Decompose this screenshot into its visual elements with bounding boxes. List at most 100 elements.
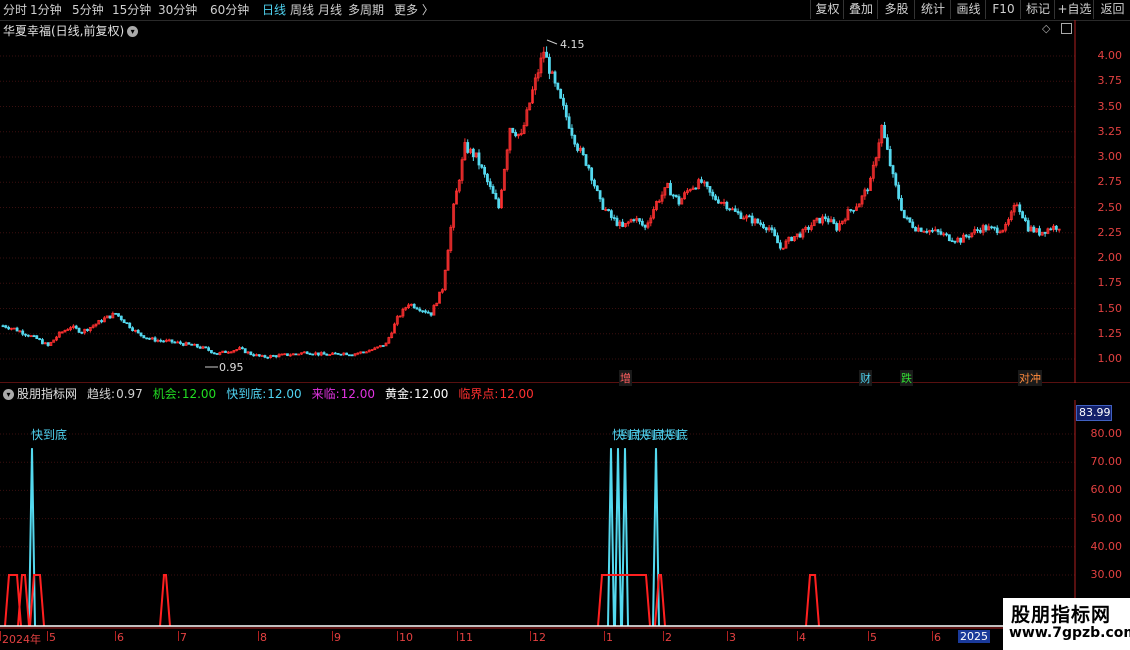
candle-body bbox=[900, 198, 903, 211]
candle-body bbox=[486, 173, 489, 183]
date-label: 4 bbox=[799, 631, 806, 644]
watermark-title: 股朋指标网 bbox=[1011, 604, 1112, 626]
candle-body bbox=[210, 350, 213, 354]
candle-body bbox=[573, 134, 577, 145]
candle-body bbox=[790, 236, 794, 242]
candle-body bbox=[305, 351, 309, 354]
indicator-item-3: 来临:12.00 bbox=[312, 387, 379, 401]
candle-body bbox=[4, 325, 8, 328]
price-tick: 3.00 bbox=[1097, 150, 1123, 163]
candle-body bbox=[959, 237, 963, 243]
date-tick bbox=[868, 631, 869, 641]
candle-body bbox=[424, 310, 427, 313]
candle-body bbox=[153, 337, 157, 342]
candle-body bbox=[733, 208, 737, 212]
candle-body bbox=[514, 132, 518, 137]
chevron-down-icon[interactable]: ▾ bbox=[3, 389, 14, 400]
candle-body bbox=[466, 142, 470, 153]
candle-body bbox=[866, 189, 870, 192]
indicator-spike bbox=[621, 448, 629, 627]
candle-body bbox=[990, 226, 993, 229]
date-label: 5 bbox=[870, 631, 877, 644]
candle-body bbox=[145, 337, 149, 340]
event-marker-3[interactable]: 对冲 bbox=[1018, 370, 1042, 386]
price-chart[interactable]: 4.15 0.95 bbox=[0, 0, 1130, 383]
date-label: 1 bbox=[606, 631, 613, 644]
candle-body bbox=[139, 332, 143, 336]
price-tick: 3.25 bbox=[1097, 124, 1123, 138]
candle-body bbox=[339, 353, 343, 356]
candle-body bbox=[100, 320, 103, 323]
candle-body bbox=[640, 220, 644, 226]
candle-body bbox=[593, 179, 596, 187]
candle-body bbox=[41, 339, 44, 345]
date-label: 3 bbox=[729, 631, 736, 644]
candle-body bbox=[7, 327, 11, 330]
indicator-plateau bbox=[29, 574, 45, 627]
indicator-chart[interactable] bbox=[0, 400, 1130, 650]
candle-body bbox=[294, 353, 298, 356]
indicator-item-5: 临界点:12.00 bbox=[458, 387, 537, 401]
indicator-current-value: 83.99 bbox=[1076, 405, 1112, 421]
candle-body bbox=[1, 325, 5, 328]
candle-body bbox=[325, 353, 329, 356]
candle-body bbox=[1043, 231, 1047, 234]
candle-body bbox=[747, 215, 751, 218]
indicator-item-value: 0.97 bbox=[116, 387, 143, 401]
candle-body bbox=[257, 354, 261, 357]
candle-body bbox=[612, 217, 616, 219]
event-marker-2[interactable]: 跌 bbox=[900, 370, 913, 386]
candle-body bbox=[224, 350, 227, 353]
candle-body bbox=[798, 233, 802, 238]
candle-body bbox=[947, 234, 951, 242]
date-label: 11 bbox=[459, 631, 473, 644]
candle-body bbox=[914, 227, 917, 232]
candle-body bbox=[728, 208, 732, 211]
candle-body bbox=[333, 352, 337, 355]
candle-body bbox=[426, 311, 430, 314]
candle-body bbox=[131, 327, 134, 332]
price-tick: 3.75 bbox=[1097, 74, 1123, 88]
candle-body bbox=[421, 310, 425, 313]
candle-body bbox=[671, 194, 675, 197]
low-price-label: 0.95 bbox=[219, 361, 244, 374]
candle-body bbox=[826, 218, 830, 223]
candle-body bbox=[609, 210, 613, 218]
candle-body bbox=[762, 224, 765, 229]
candle-body bbox=[286, 353, 289, 356]
candlesticks bbox=[1, 46, 1061, 359]
candle-body bbox=[725, 201, 729, 210]
candle-body bbox=[190, 343, 194, 346]
candle-body bbox=[38, 338, 42, 341]
event-marker-0[interactable]: 增 bbox=[619, 370, 632, 386]
indicator-header: ▾ 股朋指标网 趋线:0.97 机会:12.00 快到底:12.00 来临:12.00 黄金… bbox=[0, 385, 1075, 401]
candle-body bbox=[159, 339, 163, 342]
candle-body bbox=[905, 217, 909, 220]
indicator-tick: 60.00 bbox=[1090, 483, 1123, 497]
indicator-tick: 50.00 bbox=[1090, 511, 1123, 525]
candle-body bbox=[1038, 228, 1041, 236]
candle-body bbox=[564, 104, 568, 118]
event-marker-1[interactable]: 财 bbox=[859, 370, 872, 386]
indicator-spike bbox=[614, 448, 622, 627]
candle-body bbox=[967, 236, 971, 238]
indicator-values: 趋线:0.97 机会:12.00 快到底:12.00 来临:12.00 黄金:12.00… bbox=[81, 387, 542, 401]
candle-body bbox=[429, 312, 433, 316]
candle-body bbox=[714, 195, 717, 201]
candle-body bbox=[336, 352, 340, 355]
candle-body bbox=[807, 227, 810, 230]
indicator-item-value: 12.00 bbox=[340, 387, 375, 401]
price-tick: 1.50 bbox=[1097, 301, 1123, 315]
date-tick bbox=[258, 631, 259, 641]
indicator-spike bbox=[607, 448, 615, 627]
date-tick bbox=[397, 631, 398, 641]
watermark: 股朋指标网 www.7gpzb.com bbox=[1003, 598, 1130, 650]
indicator-item-value: 12.00 bbox=[499, 387, 534, 401]
indicator-item-value: 12.00 bbox=[267, 387, 302, 401]
candle-body bbox=[252, 354, 256, 357]
candle-body bbox=[241, 347, 244, 350]
candle-body bbox=[595, 185, 599, 192]
candle-body bbox=[1032, 226, 1036, 233]
candle-body bbox=[590, 167, 594, 181]
candle-body bbox=[705, 181, 709, 187]
